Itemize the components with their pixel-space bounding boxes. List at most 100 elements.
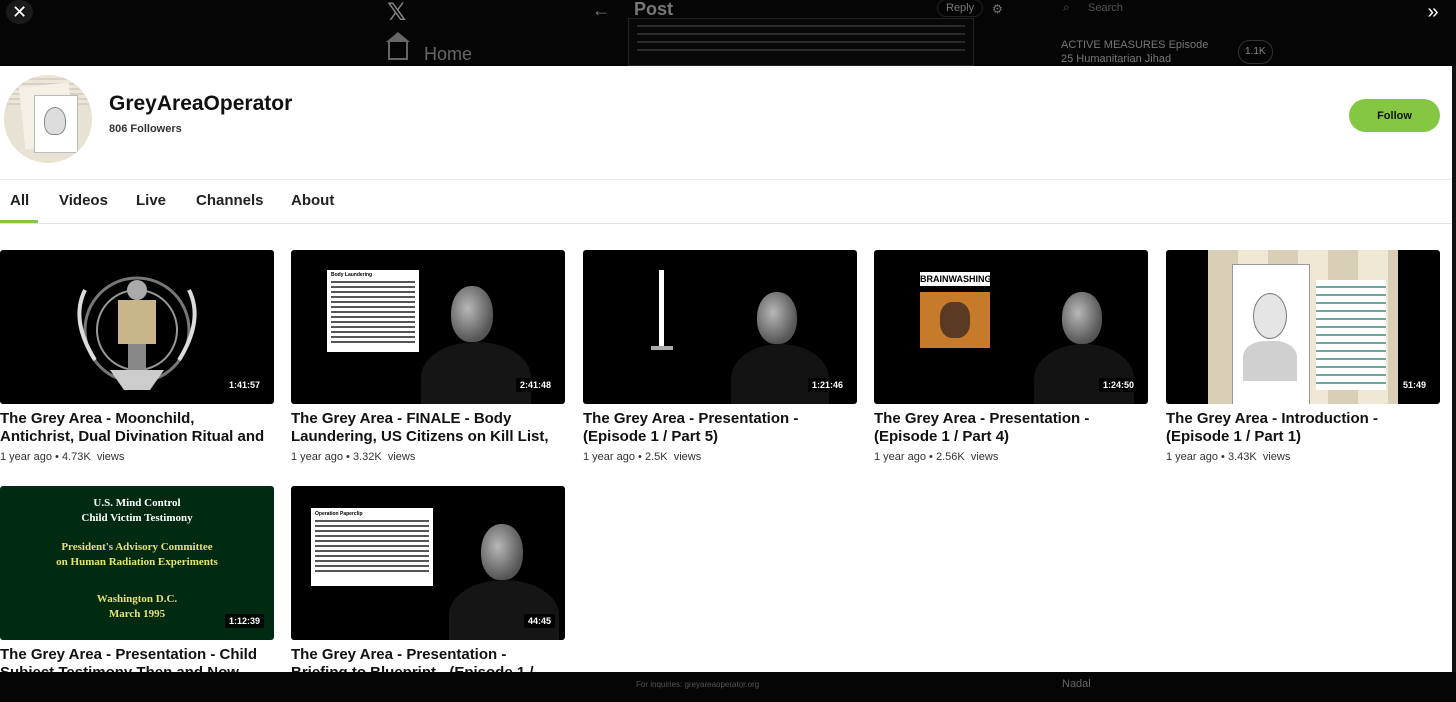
background-bottom-bar: For inquiries: greyareaoperator.org Nada…	[0, 672, 1456, 702]
scrollbar-track[interactable]	[1452, 66, 1456, 672]
active-tab-indicator	[0, 220, 38, 223]
duration-badge: 1:41:57	[224, 378, 264, 392]
duration-badge: 51:49	[1398, 378, 1430, 392]
video-title[interactable]: The Grey Area - Presentation - (Episode …	[874, 410, 1148, 446]
video-card[interactable]: 1:21:46 The Grey Area - Presentation - (…	[583, 250, 857, 463]
video-title[interactable]: The Grey Area - Presentation - Briefing …	[291, 646, 565, 672]
duration-badge: 2:41:48	[515, 378, 555, 392]
follow-button[interactable]: Follow	[1349, 99, 1440, 132]
video-title[interactable]: The Grey Area - FINALE - Body Laundering…	[291, 410, 565, 446]
video-age: 1 year ago	[291, 451, 343, 463]
close-icon[interactable]: ✕	[6, 0, 33, 24]
trend-item: ACTIVE MEASURES Episode 25 Humanitarian …	[1061, 38, 1241, 66]
follower-count: 806 Followers	[109, 123, 182, 135]
tab-all[interactable]: All	[10, 192, 29, 209]
channel-name: GreyAreaOperator	[109, 92, 293, 115]
slide-line: on Human Radiation Experiments	[56, 556, 218, 568]
views-label: views	[387, 451, 416, 463]
video-card[interactable]: U.S. Mind Control Child Victim Testimony…	[0, 486, 274, 672]
brainwashing-caption: BRAINWASHING	[920, 272, 992, 286]
slide-line: Washington D.C.	[96, 593, 178, 605]
video-card[interactable]: BRAINWASHING 1:24:50 The Grey Area - Pre…	[874, 250, 1148, 463]
post-title: Post	[634, 0, 674, 19]
video-card[interactable]: Operation Paperclip 44:45 The Grey Area …	[291, 486, 565, 672]
video-meta: 1 year ago • 3.32K views	[291, 451, 416, 463]
video-meta: 1 year ago • 3.43K views	[1166, 451, 1291, 463]
back-arrow-icon: ←	[592, 0, 610, 20]
view-count: 3.32K	[352, 451, 382, 463]
video-title[interactable]: The Grey Area - Presentation - Child Sub…	[0, 646, 274, 672]
channel-profile-panel: GreyAreaOperator 806 Followers Follow Al…	[0, 66, 1452, 672]
video-thumbnail[interactable]: Body Laundering 2:41:48	[291, 250, 565, 404]
masked-figure	[757, 292, 797, 344]
masked-figure	[451, 286, 493, 342]
document-overlay: Body Laundering	[327, 270, 419, 352]
double-chevron-right-icon[interactable]: »	[1418, 0, 1448, 24]
views-label: views	[970, 451, 999, 463]
form-document	[1316, 280, 1386, 390]
tab-live[interactable]: Live	[136, 192, 166, 209]
video-meta: 1 year ago • 4.73K views	[0, 451, 125, 463]
view-count: 2.56K	[935, 451, 965, 463]
trend-line: ACTIVE MEASURES Episode	[1061, 39, 1209, 51]
search-icon: ⌕	[1063, 0, 1070, 14]
video-thumbnail[interactable]: Operation Paperclip 44:45	[291, 486, 565, 640]
home-nav-label: Home	[424, 44, 473, 64]
background-footer-text: For inquiries: greyareaoperator.org	[636, 680, 760, 689]
video-card[interactable]: 51:49 The Grey Area - Introduction - (Ep…	[1166, 250, 1440, 463]
background-user-name: Nadal	[1062, 678, 1091, 690]
testimony-slide-text: U.S. Mind Control Child Victim Testimony…	[0, 496, 274, 622]
slide-line: U.S. Mind Control	[93, 497, 181, 509]
video-title[interactable]: The Grey Area - Introduction - (Episode …	[1166, 410, 1440, 446]
video-thumbnail[interactable]: 1:41:57	[0, 250, 274, 404]
post-content-box	[628, 18, 974, 66]
filter-icon: ⚙	[992, 2, 1003, 16]
video-age: 1 year ago	[874, 451, 926, 463]
avatar	[4, 75, 92, 163]
views-label: views	[1262, 451, 1291, 463]
document-overlay: Operation Paperclip	[311, 508, 433, 586]
video-meta: 1 year ago • 2.5K views	[583, 451, 702, 463]
video-card[interactable]: 1:41:57 The Grey Area - Moonchild, Antic…	[0, 250, 274, 463]
tab-about[interactable]: About	[291, 192, 334, 209]
video-thumbnail[interactable]: BRAINWASHING 1:24:50	[874, 250, 1148, 404]
id-card-photo	[1232, 264, 1310, 404]
video-age: 1 year ago	[0, 451, 52, 463]
slide-line: Child Victim Testimony	[81, 512, 193, 524]
video-card[interactable]: Body Laundering 2:41:48 The Grey Area - …	[291, 250, 565, 463]
video-thumbnail[interactable]: U.S. Mind Control Child Victim Testimony…	[0, 486, 274, 640]
view-count: 4.73K	[61, 451, 91, 463]
video-thumbnail[interactable]: 51:49	[1166, 250, 1440, 404]
duration-badge: 44:45	[523, 614, 555, 628]
view-count: 3.43K	[1227, 451, 1257, 463]
masked-figure	[1062, 292, 1102, 344]
count-badge: 1.1K	[1238, 40, 1273, 64]
duration-badge: 1:12:39	[224, 614, 264, 628]
book-cover-image	[920, 292, 990, 348]
slide-line: President's Advisory Committee	[61, 541, 213, 553]
video-title[interactable]: The Grey Area - Presentation - (Episode …	[583, 410, 857, 446]
search-input: Search	[1088, 2, 1123, 14]
video-age: 1 year ago	[583, 451, 635, 463]
video-age: 1 year ago	[1166, 451, 1218, 463]
masked-figure	[481, 524, 523, 580]
tab-channels[interactable]: Channels	[196, 192, 264, 209]
tab-videos[interactable]: Videos	[59, 192, 108, 209]
video-thumbnail[interactable]: 1:21:46	[583, 250, 857, 404]
video-meta: 1 year ago • 2.56K views	[874, 451, 999, 463]
reply-button: Reply	[937, 0, 984, 17]
duration-badge: 1:24:50	[1098, 378, 1138, 392]
channel-tabs: All Videos Live Channels About	[0, 179, 1452, 224]
background-x-page: ✕ 𝕏 Home ← Post Reply ⚙ ⌕ Search ACTIVE …	[0, 0, 1456, 66]
duration-badge: 1:21:46	[807, 378, 847, 392]
views-label: views	[96, 451, 125, 463]
view-count: 2.5K	[644, 451, 668, 463]
document-lead: Operation Paperclip	[315, 511, 363, 517]
document-title: Body Laundering	[331, 272, 373, 278]
x-logo-icon: 𝕏	[387, 0, 407, 26]
views-label: views	[673, 451, 702, 463]
video-title[interactable]: The Grey Area - Moonchild, Antichrist, D…	[0, 410, 274, 446]
vertical-bar-graphic	[659, 270, 664, 348]
trend-line: 25 Humanitarian Jihad	[1061, 53, 1172, 65]
home-icon	[386, 32, 410, 60]
